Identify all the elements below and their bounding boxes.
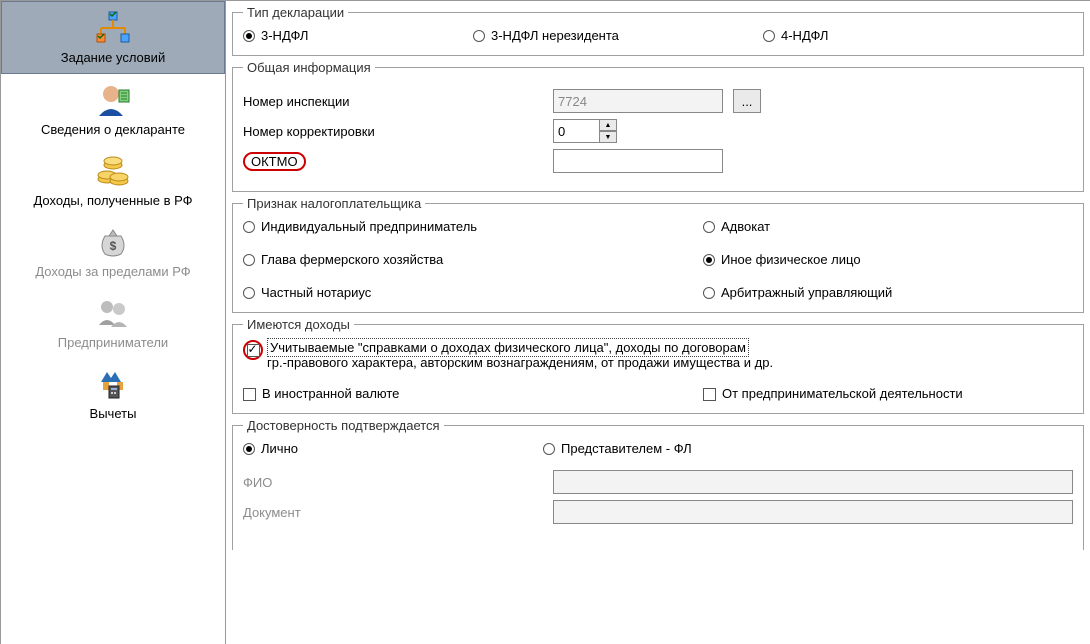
sidebar-label-declarant: Сведения о декларанте — [41, 122, 185, 137]
radio-notary[interactable]: Частный нотариус — [243, 285, 703, 300]
radio-dot-icon — [243, 287, 255, 299]
income-main-line2: гр.-правового характера, авторским возна… — [267, 355, 773, 370]
group-taxpayer-type: Признак налогоплательщика Индивидуальный… — [232, 196, 1084, 313]
group-trust: Достоверность подтверждается Лично Предс… — [232, 418, 1084, 550]
coins-rf-icon — [93, 151, 133, 191]
checkbox-icon — [243, 388, 256, 401]
inspection-lookup-button[interactable]: ... — [733, 89, 761, 113]
entrepreneurs-icon — [93, 293, 133, 333]
checkbox-icon — [703, 388, 716, 401]
radio-dot-icon — [243, 443, 255, 455]
radio-4ndfl[interactable]: 4-НДФЛ — [763, 28, 828, 43]
oktmo-highlight-ring: ОКТМО — [243, 152, 306, 171]
radio-dot-icon — [243, 30, 255, 42]
radio-dot-icon — [703, 287, 715, 299]
sidebar-label-income-foreign: Доходы за пределами РФ — [35, 264, 190, 279]
sidebar-item-conditions[interactable]: Задание условий — [1, 1, 225, 74]
income-main-highlight-ring — [243, 340, 263, 360]
svg-text:$: $ — [110, 239, 117, 253]
sidebar-item-declarant[interactable]: Сведения о декларанте — [1, 74, 225, 145]
label-inspection: Номер инспекции — [243, 94, 543, 109]
radio-dot-icon — [543, 443, 555, 455]
input-correction[interactable] — [553, 119, 599, 143]
radio-dot-icon — [243, 221, 255, 233]
radio-dot-icon — [703, 254, 715, 266]
radio-other-person[interactable]: Иное физическое лицо — [703, 252, 1073, 267]
conditions-icon — [93, 8, 133, 48]
sidebar-item-income-foreign[interactable]: $ Доходы за пределами РФ — [1, 216, 225, 287]
sidebar-label-conditions: Задание условий — [61, 50, 165, 65]
checkbox-income-main[interactable] — [247, 344, 260, 357]
deductions-icon — [93, 364, 133, 404]
checkbox-business-income[interactable]: От предпринимательской деятельности — [703, 386, 1073, 401]
radio-trust-self[interactable]: Лично — [243, 441, 543, 456]
input-document — [553, 500, 1073, 524]
spin-down-button[interactable]: ▼ — [599, 131, 617, 143]
radio-dot-icon — [473, 30, 485, 42]
legend-income: Имеются доходы — [243, 317, 354, 332]
label-oktmo: ОКТМО — [243, 152, 543, 171]
radio-ip[interactable]: Индивидуальный предприниматель — [243, 219, 703, 234]
radio-arbitr[interactable]: Арбитражный управляющий — [703, 285, 1073, 300]
radio-farm-head[interactable]: Глава фермерского хозяйства — [243, 252, 703, 267]
radio-3ndfl[interactable]: 3-НДФЛ — [243, 28, 473, 43]
label-document: Документ — [243, 505, 543, 520]
radio-dot-icon — [703, 221, 715, 233]
correction-stepper[interactable]: ▲ ▼ — [553, 119, 1073, 143]
legend-general-info: Общая информация — [243, 60, 375, 75]
group-income: Имеются доходы Учитываемые "справками о … — [232, 317, 1084, 414]
sidebar-label-income-rf: Доходы, полученные в РФ — [33, 193, 192, 208]
legend-trust: Достоверность подтверждается — [243, 418, 444, 433]
main-panel: Тип декларации 3-НДФЛ 3-НДФЛ нерезидента… — [226, 1, 1090, 644]
sidebar-label-entrepreneurs: Предприниматели — [58, 335, 168, 350]
legend-declaration-type: Тип декларации — [243, 5, 348, 20]
person-icon — [93, 80, 133, 120]
input-inspection[interactable] — [553, 89, 723, 113]
radio-trust-representative[interactable]: Представителем - ФЛ — [543, 441, 692, 456]
sidebar-item-entrepreneurs[interactable]: Предприниматели — [1, 287, 225, 358]
group-general-info: Общая информация Номер инспекции ... Ном… — [232, 60, 1084, 192]
income-main-label-wrap: Учитываемые "справками о доходах физичес… — [267, 340, 773, 370]
input-oktmo[interactable] — [553, 149, 723, 173]
label-correction: Номер корректировки — [243, 124, 543, 139]
spin-up-button[interactable]: ▲ — [599, 119, 617, 131]
sidebar-item-deductions[interactable]: Вычеты — [1, 358, 225, 429]
input-fio — [553, 470, 1073, 494]
sidebar-item-income-rf[interactable]: Доходы, полученные в РФ — [1, 145, 225, 216]
legend-taxpayer-type: Признак налогоплательщика — [243, 196, 425, 211]
sidebar: Задание условий Сведения о декларанте — [1, 1, 226, 644]
radio-3ndfl-nonresident[interactable]: 3-НДФЛ нерезидента — [473, 28, 763, 43]
checkbox-foreign-currency[interactable]: В иностранной валюте — [243, 386, 703, 401]
radio-dot-icon — [763, 30, 775, 42]
radio-dot-icon — [243, 254, 255, 266]
sidebar-label-deductions: Вычеты — [90, 406, 137, 421]
group-declaration-type: Тип декларации 3-НДФЛ 3-НДФЛ нерезидента… — [232, 5, 1084, 56]
radio-lawyer[interactable]: Адвокат — [703, 219, 1073, 234]
label-fio: ФИО — [243, 475, 543, 490]
money-bag-icon: $ — [93, 222, 133, 262]
